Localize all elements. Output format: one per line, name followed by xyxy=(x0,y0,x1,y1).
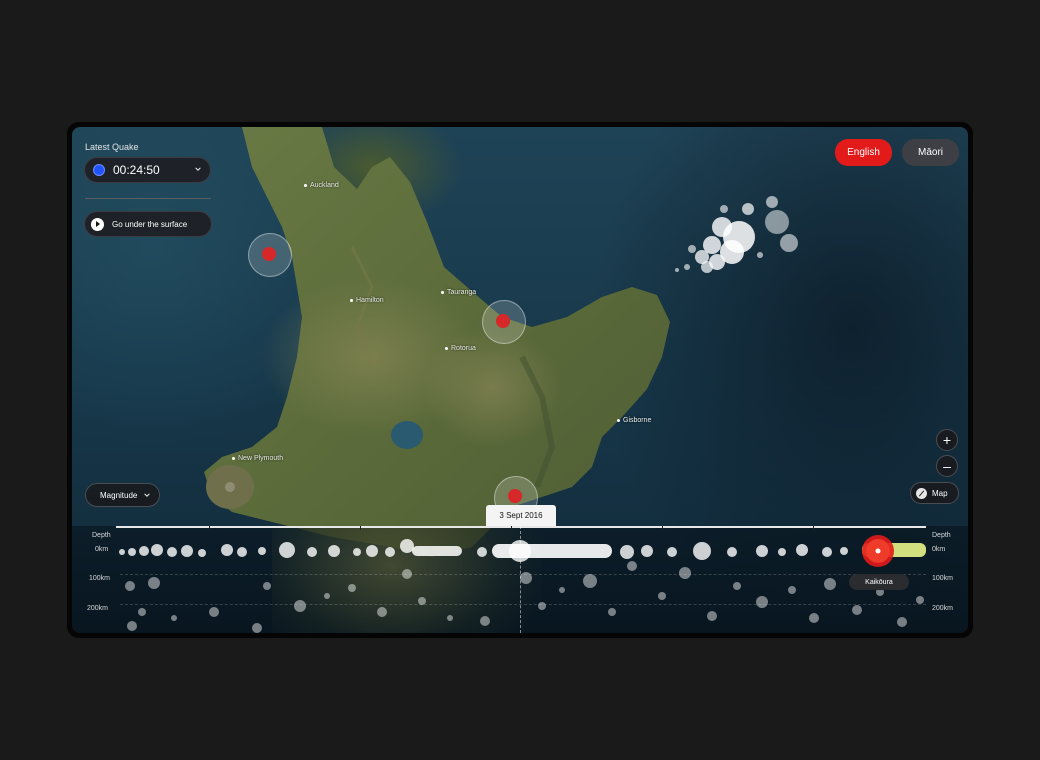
chevron-down-icon xyxy=(144,493,150,497)
map-style-label: Map xyxy=(932,488,948,498)
magnitude-dropdown[interactable]: Magnitude xyxy=(85,483,160,507)
map-edit-icon xyxy=(916,487,927,499)
language-maori-button[interactable]: Māori xyxy=(902,139,959,166)
map-style-button[interactable]: Map xyxy=(910,482,959,504)
latest-quake-title: Latest Quake xyxy=(85,142,139,152)
divider xyxy=(85,198,211,199)
zoom-out-button[interactable]: – xyxy=(936,455,958,477)
go-under-surface-button[interactable]: Go under the surface xyxy=(84,211,212,237)
kaikoura-label[interactable]: Kaikōura xyxy=(849,574,909,590)
play-icon xyxy=(91,217,104,231)
depth-timeline[interactable]: Depth 0km 100km 200km Depth 0km 100km 20… xyxy=(72,505,968,633)
quake-marker[interactable] xyxy=(496,314,510,328)
device-frame: Auckland Tauranga Hamilton Rotorua Gisbo… xyxy=(67,122,973,638)
latest-quake-time: 00:24:50 xyxy=(113,163,160,177)
latest-quake-selector[interactable]: 00:24:50 xyxy=(84,157,211,183)
zoom-in-button[interactable]: + xyxy=(936,429,958,451)
live-dot-icon xyxy=(93,164,105,176)
current-date-tag[interactable]: 3 Sept 2016 xyxy=(486,505,556,526)
go-under-surface-label: Go under the surface xyxy=(112,219,188,229)
map-screen[interactable]: Auckland Tauranga Hamilton Rotorua Gisbo… xyxy=(72,127,968,633)
timeline-quake-dots xyxy=(119,535,926,633)
magnitude-label: Magnitude xyxy=(100,490,138,500)
quake-marker[interactable] xyxy=(262,247,276,261)
quake-marker[interactable] xyxy=(508,489,522,503)
language-english-button[interactable]: English xyxy=(835,139,892,166)
chevron-down-icon xyxy=(195,167,201,171)
